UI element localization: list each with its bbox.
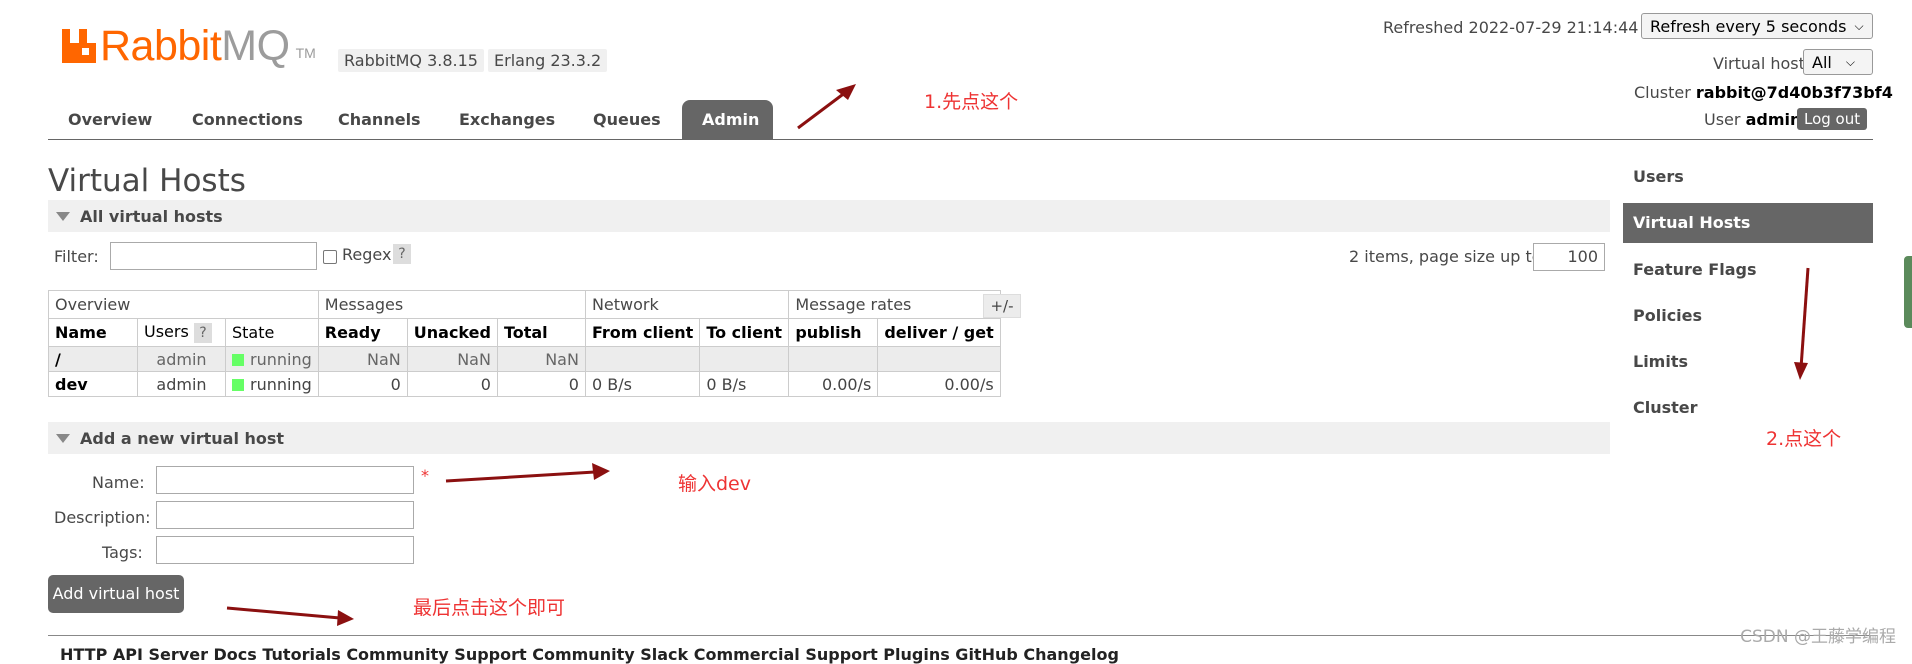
- arrow-head-add-button: [337, 610, 354, 626]
- arrow-head-name-input: [592, 463, 610, 480]
- footer-links[interactable]: HTTP API Server Docs Tutorials Community…: [60, 645, 1119, 664]
- arrow-head-virtual-hosts: [1794, 362, 1808, 380]
- footer-divider: [48, 635, 1873, 636]
- side-scroll-handle[interactable]: [1904, 256, 1912, 328]
- arrow-to-add-button: [226, 606, 341, 620]
- arrow-to-virtual-hosts: [1799, 267, 1810, 369]
- annotation-final-step: 最后点击这个即可: [413, 597, 566, 619]
- annotation-step2: 2.点这个: [1766, 428, 1842, 450]
- csdn-watermark: CSDN @王藤学编程: [1740, 627, 1896, 647]
- annotation-step1: 1.先点这个: [924, 91, 1019, 113]
- arrow-to-admin-tab: [797, 90, 847, 130]
- arrow-to-name-input: [445, 470, 596, 483]
- annotation-input-dev: 输入dev: [678, 473, 751, 495]
